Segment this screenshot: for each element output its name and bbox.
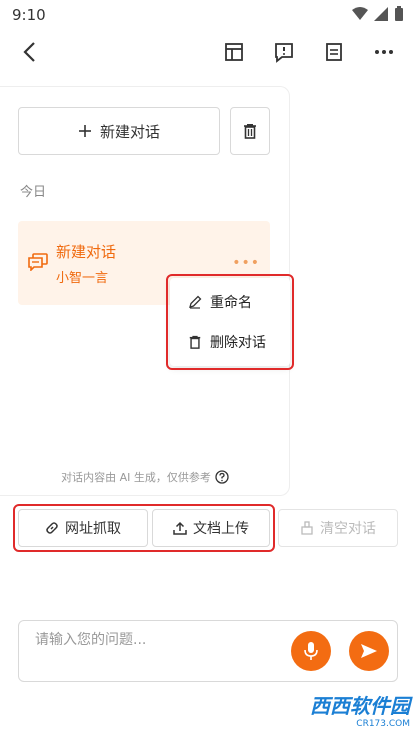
send-icon [361,644,377,658]
trash-icon [189,335,201,349]
conversation-subtitle: 小智一言 [56,271,109,286]
new-chat-button[interactable]: 新建对话 [18,107,220,155]
clear-conversation-button[interactable]: 清空对话 [278,509,398,547]
watermark-brand: 西西软件园 [310,694,410,718]
rename-label: 重命名 [210,295,252,311]
ai-disclaimer: 对话内容由 AI 生成，仅供参考 [0,469,290,485]
new-chat-label: 新建对话 [99,122,160,141]
chat-bubbles-icon [28,253,48,271]
trash-icon [244,124,256,139]
disclaimer-text: 对话内容由 AI 生成，仅供参考 [61,471,211,484]
conversation-more-button[interactable]: ••• [232,255,260,271]
watermark-site: CR173.COM [356,719,410,729]
conversation-title: 新建对话 [56,243,117,261]
web-fetch-button[interactable]: 网址抓取 [18,509,148,547]
doc-upload-button[interactable]: 文档上传 [152,509,270,547]
pencil-icon [189,295,202,309]
section-today: 今日 [20,185,47,200]
delete-all-button[interactable] [230,107,270,155]
upload-icon [173,521,187,535]
layout-icon[interactable] [222,40,246,64]
status-icons [352,6,404,22]
battery-icon [395,6,403,21]
rename-menu-item[interactable]: 重命名 [188,292,252,312]
send-button[interactable] [349,631,389,671]
status-bar: 9:10 [0,0,416,30]
broom-icon [301,521,313,535]
top-toolbar [0,30,416,74]
context-menu: 重命名 删除对话 [170,278,290,366]
back-arrow-icon[interactable] [18,40,42,64]
signal-icon [374,7,388,21]
microphone-icon [304,642,318,660]
delete-conversation-label: 删除对话 [210,335,266,351]
feedback-icon[interactable] [272,40,296,64]
question-input[interactable]: 请输入您的问题... [18,620,398,682]
plus-icon [78,125,91,137]
wifi-icon [352,7,368,20]
clear-label: 清空对话 [320,521,376,537]
doc-upload-label: 文档上传 [193,521,249,537]
link-icon [46,522,58,534]
status-time: 9:10 [12,6,46,24]
delete-conversation-menu-item[interactable]: 删除对话 [188,332,266,352]
input-placeholder: 请输入您的问题... [35,632,147,648]
watermark-logo: 西西软件园 CR173.COM [310,690,410,729]
help-icon[interactable] [215,470,229,484]
more-options-icon[interactable] [372,40,396,64]
web-fetch-label: 网址抓取 [65,521,121,537]
document-icon[interactable] [322,40,346,64]
voice-button[interactable] [291,631,331,671]
